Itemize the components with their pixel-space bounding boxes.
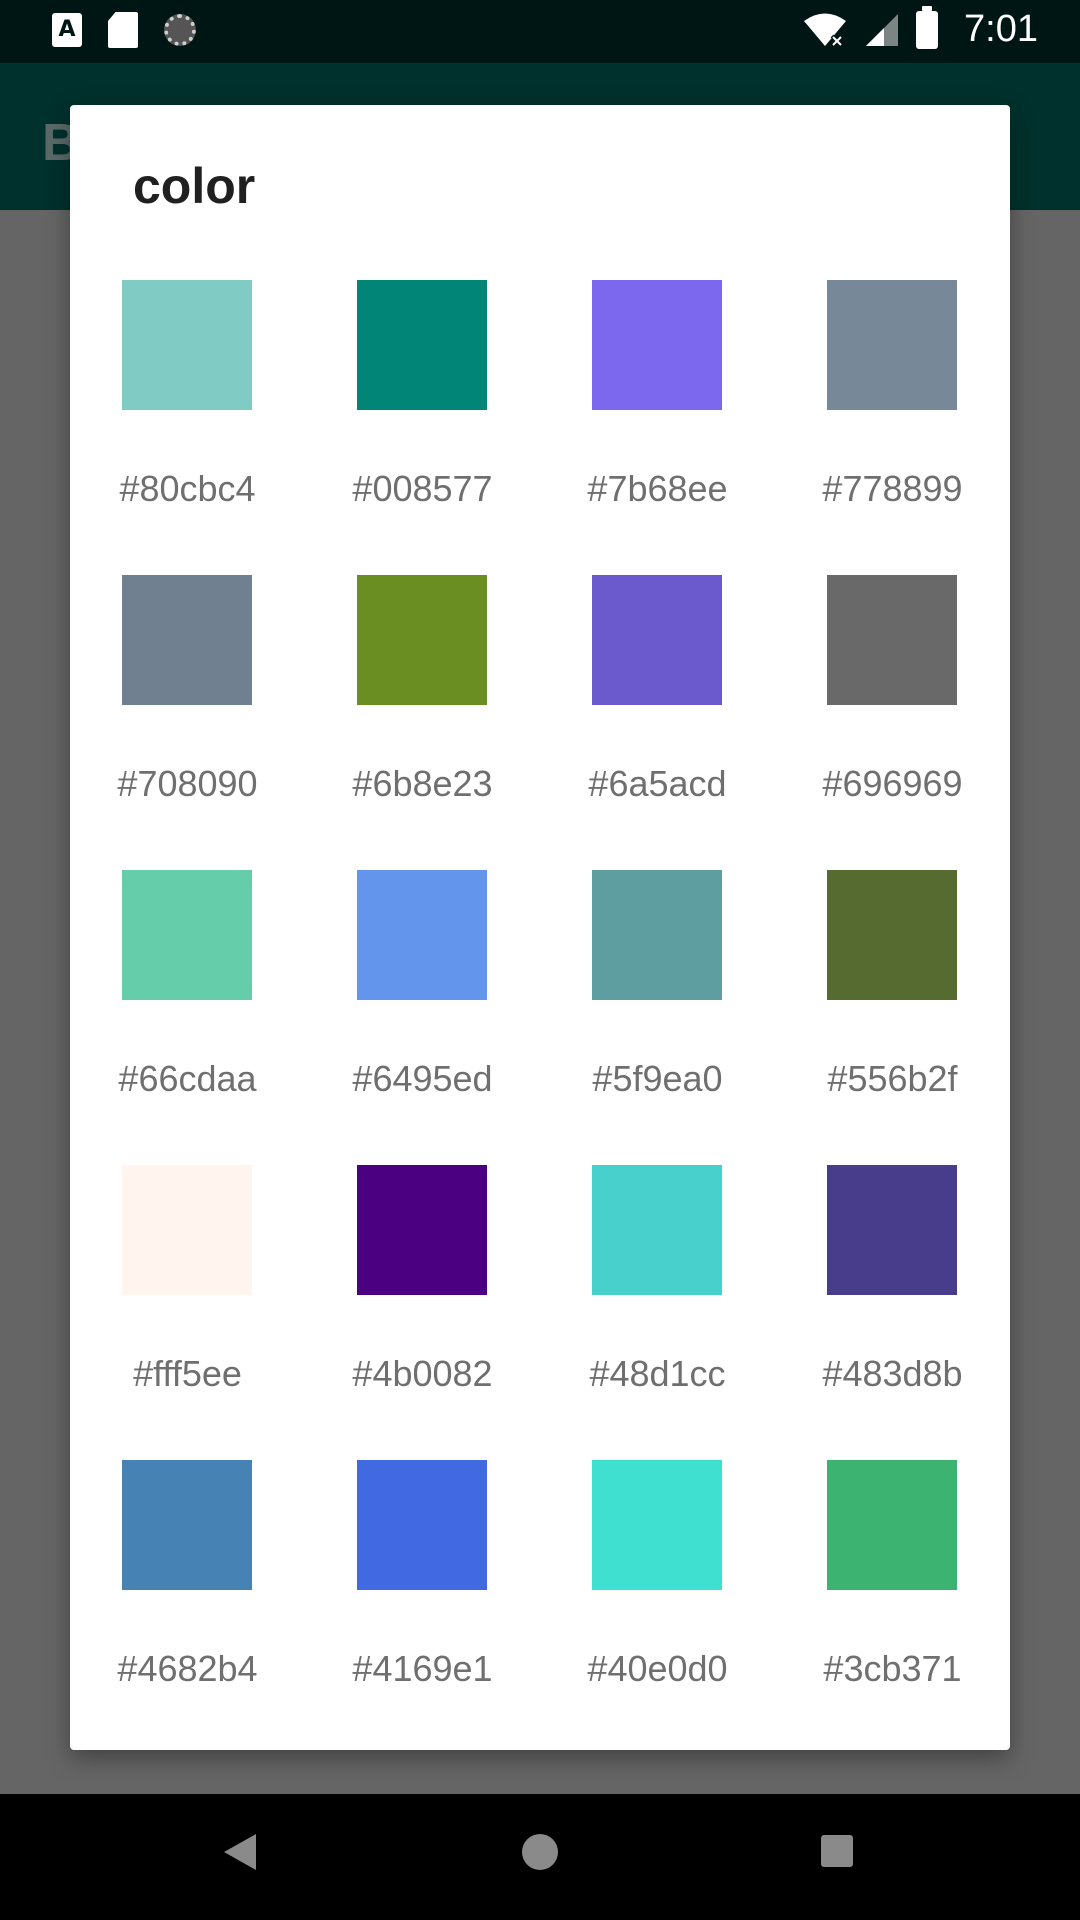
color-option[interactable]: #483d8b bbox=[775, 1160, 1010, 1455]
color-option[interactable]: #778899 bbox=[775, 275, 1010, 570]
color-hex-label: #6a5acd bbox=[588, 763, 727, 804]
color-option[interactable]: #40e0d0 bbox=[540, 1455, 775, 1750]
color-swatch[interactable] bbox=[592, 1165, 722, 1295]
color-swatch[interactable] bbox=[592, 870, 722, 1000]
color-swatch[interactable] bbox=[827, 870, 957, 1000]
color-hex-label: #4b0082 bbox=[352, 1353, 493, 1394]
color-option[interactable]: #fff5ee bbox=[70, 1160, 305, 1455]
color-swatch[interactable] bbox=[827, 280, 957, 410]
home-icon[interactable] bbox=[522, 1834, 558, 1870]
battery-icon bbox=[916, 5, 939, 49]
color-swatch[interactable] bbox=[592, 575, 722, 705]
color-option[interactable]: #696969 bbox=[775, 570, 1010, 865]
color-hex-label: #4169e1 bbox=[352, 1648, 493, 1689]
recents-icon[interactable] bbox=[821, 1835, 853, 1867]
color-option[interactable]: #708090 bbox=[70, 570, 305, 865]
color-swatch[interactable] bbox=[357, 1460, 487, 1590]
status-time: 7:01 bbox=[964, 8, 1038, 50]
color-hex-label: #80cbc4 bbox=[119, 468, 256, 509]
sd-card-icon bbox=[108, 12, 138, 48]
color-swatch[interactable] bbox=[122, 1460, 252, 1590]
signal-icon bbox=[864, 12, 900, 48]
color-swatch[interactable] bbox=[592, 280, 722, 410]
color-hex-label: #4682b4 bbox=[117, 1648, 258, 1689]
color-hex-label: #708090 bbox=[117, 763, 258, 804]
color-option[interactable]: #4b0082 bbox=[305, 1160, 540, 1455]
color-hex-label: #008577 bbox=[352, 468, 493, 509]
color-option[interactable]: #008577 bbox=[305, 275, 540, 570]
color-option[interactable]: #6a5acd bbox=[540, 570, 775, 865]
color-swatch[interactable] bbox=[122, 1165, 252, 1295]
color-hex-label: #48d1cc bbox=[589, 1353, 726, 1394]
color-hex-label: #40e0d0 bbox=[587, 1648, 728, 1689]
status-right: 7:01 bbox=[802, 5, 1038, 51]
navigation-bar bbox=[0, 1794, 1080, 1920]
color-picker-dialog: color #80cbc4 #008577 #7b68ee #778899 #70809… bbox=[70, 105, 1010, 1750]
color-option[interactable]: #4169e1 bbox=[305, 1455, 540, 1750]
color-swatch[interactable] bbox=[357, 1165, 487, 1295]
color-swatch[interactable] bbox=[357, 870, 487, 1000]
color-option[interactable]: #80cbc4 bbox=[70, 275, 305, 570]
loading-icon bbox=[164, 14, 196, 46]
color-swatch[interactable] bbox=[122, 575, 252, 705]
color-option[interactable]: #66cdaa bbox=[70, 865, 305, 1160]
color-swatch[interactable] bbox=[827, 575, 957, 705]
wifi-icon bbox=[802, 12, 848, 48]
color-option[interactable]: #3cb371 bbox=[775, 1455, 1010, 1750]
color-option[interactable]: #7b68ee bbox=[540, 275, 775, 570]
color-option[interactable]: #6495ed bbox=[305, 865, 540, 1160]
color-hex-label: #3cb371 bbox=[823, 1648, 962, 1689]
status-left: A bbox=[52, 12, 196, 48]
color-hex-label: #556b2f bbox=[827, 1058, 958, 1099]
back-icon[interactable] bbox=[224, 1834, 256, 1870]
color-swatch[interactable] bbox=[357, 575, 487, 705]
color-swatch[interactable] bbox=[827, 1460, 957, 1590]
color-hex-label: #6b8e23 bbox=[352, 763, 493, 804]
color-swatch[interactable] bbox=[592, 1460, 722, 1590]
color-option[interactable]: #4682b4 bbox=[70, 1455, 305, 1750]
color-option[interactable]: #556b2f bbox=[775, 865, 1010, 1160]
dialog-title: color bbox=[133, 158, 256, 214]
app-a-icon: A bbox=[52, 13, 82, 47]
color-hex-label: #778899 bbox=[822, 468, 963, 509]
color-swatch[interactable] bbox=[357, 280, 487, 410]
color-hex-label: #483d8b bbox=[822, 1353, 963, 1394]
status-bar: A 7:01 bbox=[0, 0, 1080, 63]
color-swatch[interactable] bbox=[122, 870, 252, 1000]
color-swatch[interactable] bbox=[122, 280, 252, 410]
color-hex-label: #66cdaa bbox=[118, 1058, 257, 1099]
color-grid: #80cbc4 #008577 #7b68ee #778899 #708090 #6b8e… bbox=[70, 275, 1010, 1750]
color-hex-label: #5f9ea0 bbox=[592, 1058, 723, 1099]
color-swatch[interactable] bbox=[827, 1165, 957, 1295]
color-option[interactable]: #6b8e23 bbox=[305, 570, 540, 865]
color-hex-label: #7b68ee bbox=[587, 468, 728, 509]
color-hex-label: #696969 bbox=[822, 763, 963, 804]
color-hex-label: #fff5ee bbox=[133, 1353, 242, 1394]
color-option[interactable]: #48d1cc bbox=[540, 1160, 775, 1455]
color-option[interactable]: #5f9ea0 bbox=[540, 865, 775, 1160]
color-hex-label: #6495ed bbox=[352, 1058, 493, 1099]
